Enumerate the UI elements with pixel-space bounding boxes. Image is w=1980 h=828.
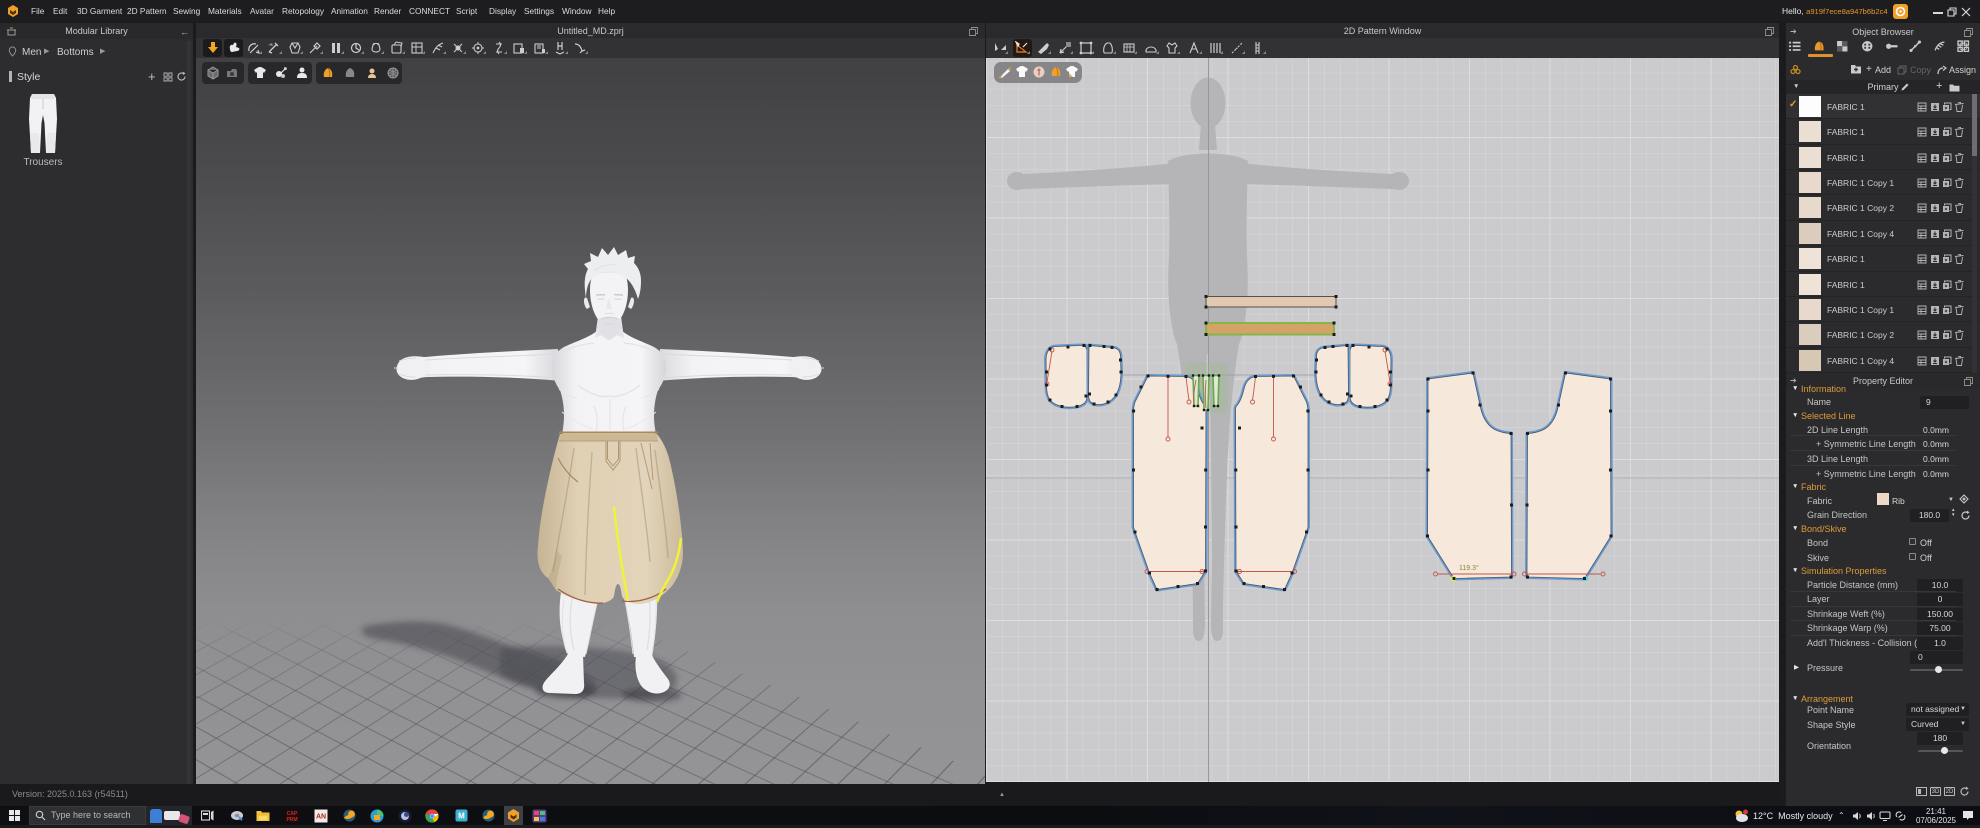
svg-text:AN: AN xyxy=(316,814,326,821)
svg-text:M: M xyxy=(458,812,465,821)
svg-text:119.3°: 119.3° xyxy=(1459,564,1479,572)
svg-text:PRM: PRM xyxy=(286,817,297,823)
